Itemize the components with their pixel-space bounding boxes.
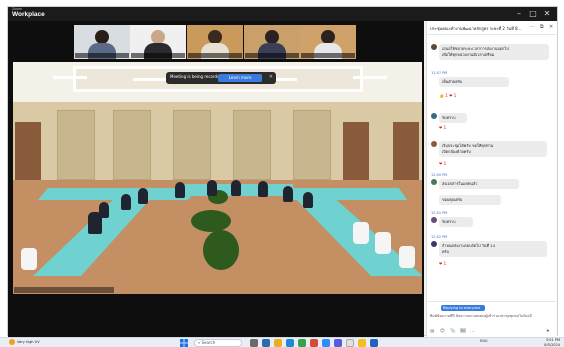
attach-icon[interactable]: 📎 bbox=[450, 329, 456, 334]
sun-icon bbox=[9, 339, 15, 345]
message-line: รับทราบ bbox=[442, 115, 456, 120]
app-icon[interactable] bbox=[262, 339, 270, 347]
emoji-icon[interactable]: 😊 bbox=[440, 329, 445, 334]
word-icon[interactable] bbox=[370, 339, 378, 347]
close-banner-icon[interactable]: ✕ bbox=[269, 74, 273, 80]
learn-more-button[interactable]: Learn more bbox=[218, 74, 262, 82]
meeting-area: Meeting is being recorded Learn more ✕ bbox=[8, 21, 424, 337]
zoom-window: Zoom Workplace – □ ✕ Meeting is being re… bbox=[7, 6, 558, 337]
image-icon[interactable]: 🖼 bbox=[460, 329, 466, 334]
maximize-button[interactable]: □ bbox=[527, 8, 539, 20]
folder-icon[interactable] bbox=[274, 339, 282, 347]
participant-name bbox=[131, 53, 185, 58]
participant-tile[interactable] bbox=[300, 25, 356, 59]
mention-icon[interactable]: @ bbox=[430, 329, 435, 334]
avatar bbox=[431, 141, 437, 147]
participant-name bbox=[301, 53, 355, 58]
avatar bbox=[431, 241, 437, 247]
chat-compose: Replying to everyone พิมพ์ข้อความที่นี่ … bbox=[427, 301, 558, 337]
close-chat-icon[interactable]: ✕ bbox=[549, 24, 553, 30]
taskbar-search[interactable]: ⌕ Search bbox=[194, 339, 242, 347]
active-speaker-video bbox=[13, 62, 422, 294]
clock-date: 8/5/2024 bbox=[544, 342, 560, 347]
message-line: รับทราบ bbox=[442, 219, 456, 224]
message-time: 12:02 PM bbox=[431, 235, 448, 239]
message-time: 11:57 PM bbox=[431, 71, 448, 75]
participant-name bbox=[75, 53, 129, 58]
message-time: 12:00 PM bbox=[431, 173, 448, 177]
more-tools-icon[interactable]: … bbox=[470, 329, 475, 334]
message-bubble: กำหนดส่งงานรอบถัดไป วันที่ 14 ครับ bbox=[439, 241, 547, 257]
message-line: เห็นด้วยครับ bbox=[442, 79, 463, 84]
message-line: เปิดกล้องด้วยครับ bbox=[442, 149, 471, 154]
message-bubble: ส่งเอกสารในแชทแล้ว bbox=[439, 179, 519, 189]
app-icon[interactable] bbox=[346, 339, 354, 347]
title-bar: Zoom Workplace – □ ✕ bbox=[8, 7, 557, 21]
message-bubble: เริ่มประชุมได้ครับ ขอให้ทุกท่าน เปิดกล้อ… bbox=[439, 141, 547, 157]
minimize-button[interactable]: – bbox=[513, 8, 525, 20]
avatar bbox=[431, 179, 437, 185]
message-bubble: รับทราบ bbox=[439, 113, 467, 123]
edge-icon[interactable] bbox=[286, 339, 294, 347]
chat-message: 12:00 PM ส่งเอกสารในแชทแล้ว bbox=[431, 173, 553, 189]
message-reactions[interactable]: ❤ 1 bbox=[439, 161, 446, 166]
recording-text: Meeting is being recorded bbox=[170, 74, 223, 79]
start-button[interactable] bbox=[180, 339, 188, 347]
participant-tile[interactable] bbox=[187, 25, 243, 59]
chat-message: 11:57 PM เห็นด้วยครับ 👍 1 ❤ 1 bbox=[431, 71, 553, 98]
avatar bbox=[431, 113, 437, 119]
weather-widget[interactable]: Very high UV bbox=[9, 339, 49, 347]
teams-icon[interactable] bbox=[334, 339, 342, 347]
close-window-button[interactable]: ✕ bbox=[541, 8, 553, 20]
taskbar: Very high UV ⌕ Search ENG 3:01 PM 8/5/20… bbox=[0, 337, 564, 347]
chat-input[interactable]: พิมพ์ข้อความที่นี่ ข้อความจะแสดงต่อผู้เข… bbox=[430, 314, 554, 326]
message-reactions[interactable]: 👍 1 ❤ 1 bbox=[439, 93, 456, 98]
clock[interactable]: 3:01 PM 8/5/2024 bbox=[530, 338, 560, 347]
app-logo: Zoom Workplace bbox=[12, 7, 58, 20]
participant-name bbox=[188, 53, 242, 58]
message-time: 12:01 PM bbox=[431, 211, 448, 215]
message-reactions[interactable]: ❤ 1 bbox=[439, 261, 446, 266]
recording-banner: Meeting is being recorded Learn more ✕ bbox=[166, 72, 276, 84]
weather-text: Very high UV bbox=[17, 340, 40, 344]
send-icon[interactable]: ➤ bbox=[546, 329, 550, 334]
room-wall bbox=[13, 102, 422, 180]
message-line: ส่งเอกสารในแชทแล้ว bbox=[442, 181, 478, 186]
system-tray[interactable]: ENG bbox=[480, 339, 520, 347]
chat-title: ประชุมคณะทำงานพัฒนาหลักสูตร ระยะที่ 2 วั… bbox=[430, 26, 522, 31]
message-bubble: รับทราบ bbox=[439, 217, 473, 227]
message-bubble: เสนอให้ขยายระยะเวลาการส่งงานออกไป เพื่อใ… bbox=[439, 44, 549, 60]
participant-name bbox=[245, 53, 299, 58]
search-placeholder: Search bbox=[201, 340, 216, 345]
popout-icon[interactable]: ⧉ bbox=[540, 24, 544, 30]
more-icon[interactable]: ··· bbox=[530, 24, 535, 30]
zoom-icon[interactable] bbox=[322, 339, 330, 347]
speaker-caption bbox=[14, 287, 114, 293]
chat-panel: ประชุมคณะทำงานพัฒนาหลักสูตร ระยะที่ 2 วั… bbox=[426, 21, 558, 337]
message-reactions[interactable]: ❤ 1 bbox=[439, 125, 446, 130]
message-line: ขอบคุณครับ bbox=[442, 197, 463, 202]
participant-tile[interactable] bbox=[130, 25, 186, 59]
chat-header: ประชุมคณะทำงานพัฒนาหลักสูตร ระยะที่ 2 วั… bbox=[427, 21, 558, 35]
screen: Zoom Workplace – □ ✕ Meeting is being re… bbox=[0, 0, 564, 347]
app-name: Workplace bbox=[12, 11, 45, 18]
message-line: เพื่อให้ทุกหน่วยงานมีเวลาเตรียม bbox=[442, 52, 495, 57]
message-bubble: ขอบคุณครับ bbox=[439, 195, 501, 205]
app-icon[interactable] bbox=[310, 339, 318, 347]
participant-tile[interactable] bbox=[74, 25, 130, 59]
message-line: ครับ bbox=[442, 249, 449, 254]
task-view-icon[interactable] bbox=[250, 339, 258, 347]
app-icon[interactable] bbox=[298, 339, 306, 347]
avatar bbox=[431, 44, 437, 50]
chat-message: 12:02 PM กำหนดส่งงานรอบถัดไป วันที่ 14 ค… bbox=[431, 235, 553, 266]
participant-strip bbox=[74, 25, 356, 59]
app-icon[interactable] bbox=[358, 339, 366, 347]
avatar bbox=[431, 217, 437, 223]
chat-message: 12:01 PM รับทราบ bbox=[431, 211, 553, 227]
participant-tile[interactable] bbox=[244, 25, 300, 59]
compose-toolbar: @ 😊 📎 🖼 … ➤ bbox=[430, 329, 554, 335]
message-bubble: เห็นด้วยครับ bbox=[439, 77, 509, 87]
reply-to-selector[interactable]: Replying to everyone bbox=[441, 305, 485, 311]
